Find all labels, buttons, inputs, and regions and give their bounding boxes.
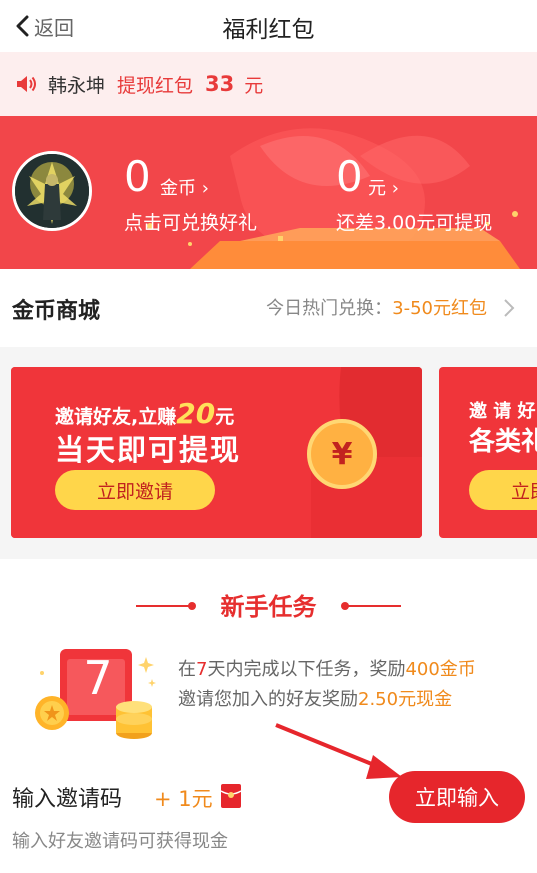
task-line-2: 邀请您加入的好友奖励2.50元现金 [178,689,453,710]
speaker-icon [16,74,38,94]
coin-mall-title: 金币商城 [12,299,101,324]
invite-code-reward: + 1元 [154,787,213,811]
invite-now-button[interactable]: 立即邀请 [55,470,215,510]
promo-line2: 当天即可提现 [55,433,242,467]
yuan-coin-icon: ¥ [307,419,377,489]
gift-promo-card[interactable]: 邀 请 好 各类礼 立即 [439,367,537,538]
notice-unit: 元 [244,74,264,97]
task-line-1: 在7天内完成以下任务，奖励400金币 [178,659,476,680]
notice-amount: 33 [205,72,235,96]
coins-value[interactable]: 0 [124,156,151,198]
wallet-banner: 0 金币 › 点击可兑换好礼 0 元 › 还差3.00元可提现 [0,116,537,269]
divider [0,347,537,355]
notice-action: 提现红包 [117,74,194,97]
invite-code-label: 输入邀请码 [12,787,123,812]
red-envelope-icon [220,784,242,808]
cash-value[interactable]: 0 [336,156,363,198]
hot-exchange: 今日热门兑换：3-50元红包 [266,298,487,319]
withdraw-notice-bar: 韩永坤 提现红包 33 元 [0,52,537,116]
title-line-right [347,605,401,607]
invite-code-hint: 输入好友邀请码可获得现金 [12,831,228,852]
divider [0,551,537,559]
calendar-day-number: 7 [83,651,113,705]
cash-hint: 还差3.00元可提现 [336,212,493,234]
invite-promo-card[interactable]: 邀请好友,立赚20元 当天即可提现 立即邀请 ¥ [11,367,422,538]
page-title: 福利红包 [222,17,315,43]
newbie-title: 新手任务 [220,593,317,621]
promo2-line1: 邀 请 好 [469,401,536,422]
coin-mall-row[interactable]: 金币商城 今日热门兑换：3-50元红包 [0,269,537,347]
notice-user: 韩永坤 [48,74,106,97]
promo2-line2: 各类礼 [469,427,537,457]
coins-unit-link[interactable]: 金币 › [160,174,209,200]
chevron-right-icon [504,299,515,317]
user-avatar[interactable] [12,151,92,231]
nav-header: 返回 福利红包 [0,0,537,52]
cash-unit-link[interactable]: 元 › [368,174,399,200]
newbie-task-section: 新手任务 7 在7天内完成以下任务，奖励400金币 邀请您加入的好友奖励2.50… [0,559,537,873]
promo-carousel[interactable]: 邀请好友,立赚20元 当天即可提现 立即邀请 ¥ 邀 请 好 各类礼 立即 [0,355,537,551]
coins-hint: 点击可兑换好礼 [124,212,258,234]
promo2-button[interactable]: 立即 [469,470,537,510]
arrow-annotation [275,723,402,779]
promo-line1: 邀请好友,立赚20元 [55,397,235,430]
